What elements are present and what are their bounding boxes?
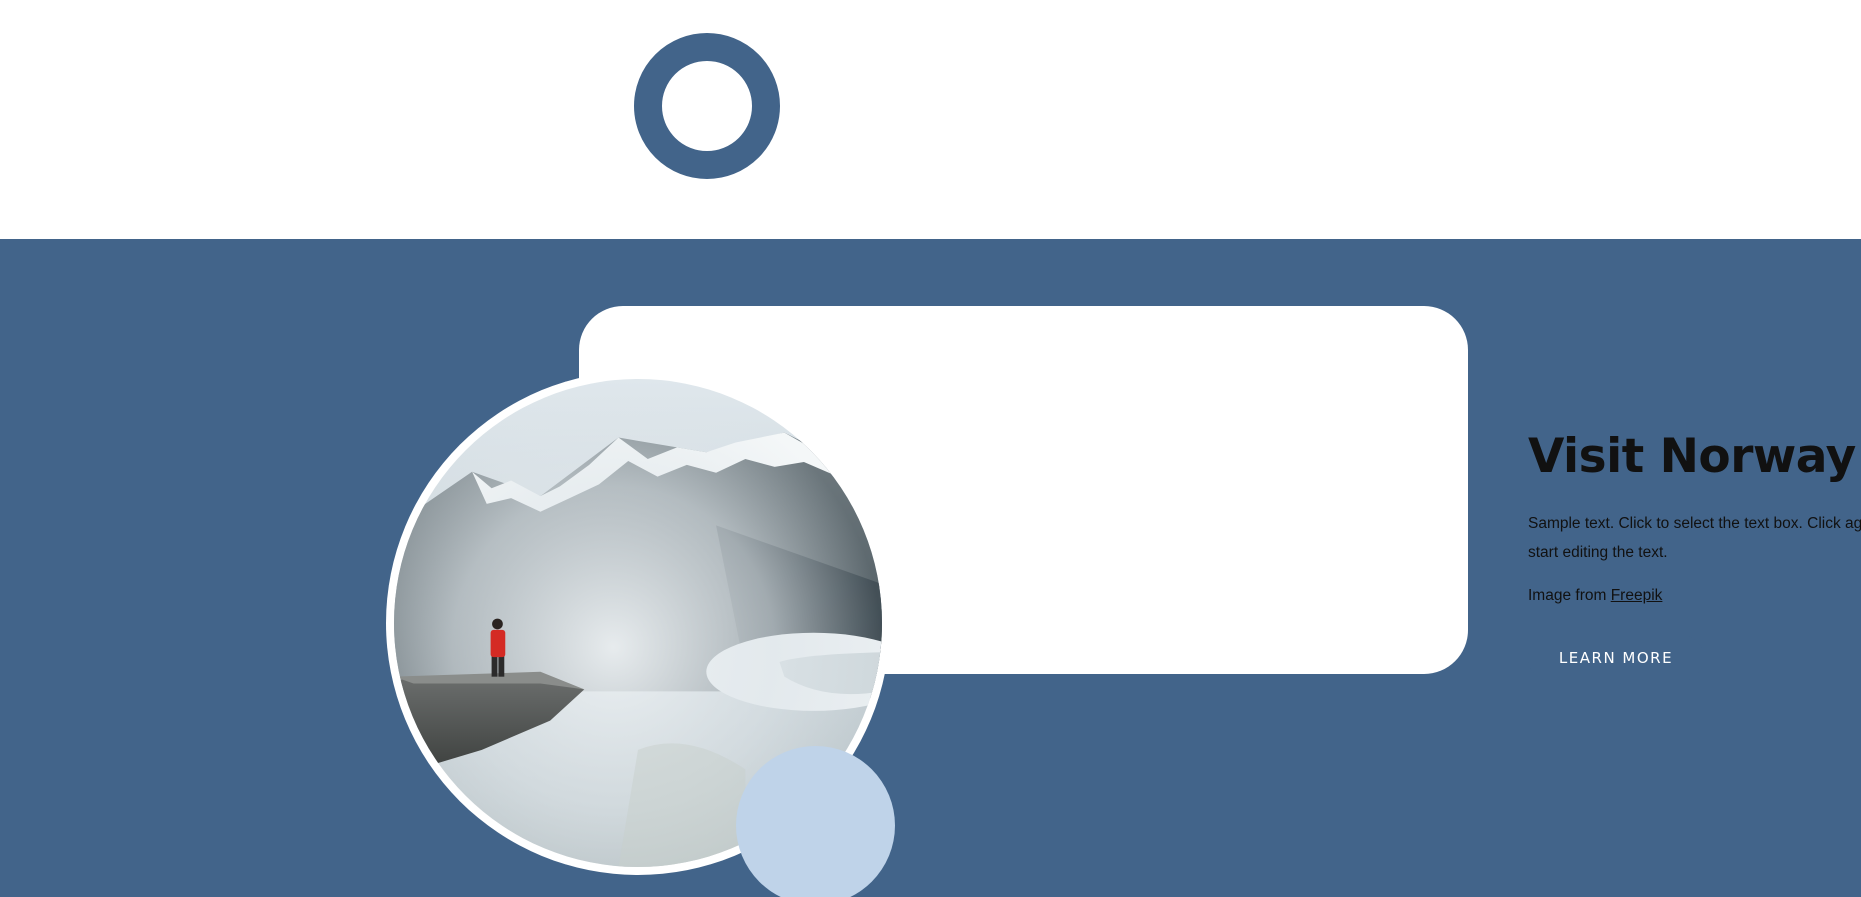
freepik-link[interactable]: Freepik bbox=[1611, 587, 1663, 604]
hero-section: Visit Norway Sample text. Click to selec… bbox=[0, 239, 1861, 897]
learn-more-button[interactable]: LEARN MORE bbox=[1528, 635, 1704, 681]
page-title: Visit Norway bbox=[1528, 429, 1856, 484]
sample-text: Sample text. Click to select the text bo… bbox=[1528, 515, 1861, 561]
image-credit: Image from Freepik bbox=[1528, 587, 1662, 605]
ring-decoration-icon bbox=[634, 33, 780, 179]
image-credit-prefix: Image from bbox=[1528, 587, 1611, 604]
page: Visit Norway Sample text. Click to selec… bbox=[0, 0, 1861, 897]
top-section bbox=[0, 0, 1861, 239]
accent-circle bbox=[736, 746, 895, 897]
